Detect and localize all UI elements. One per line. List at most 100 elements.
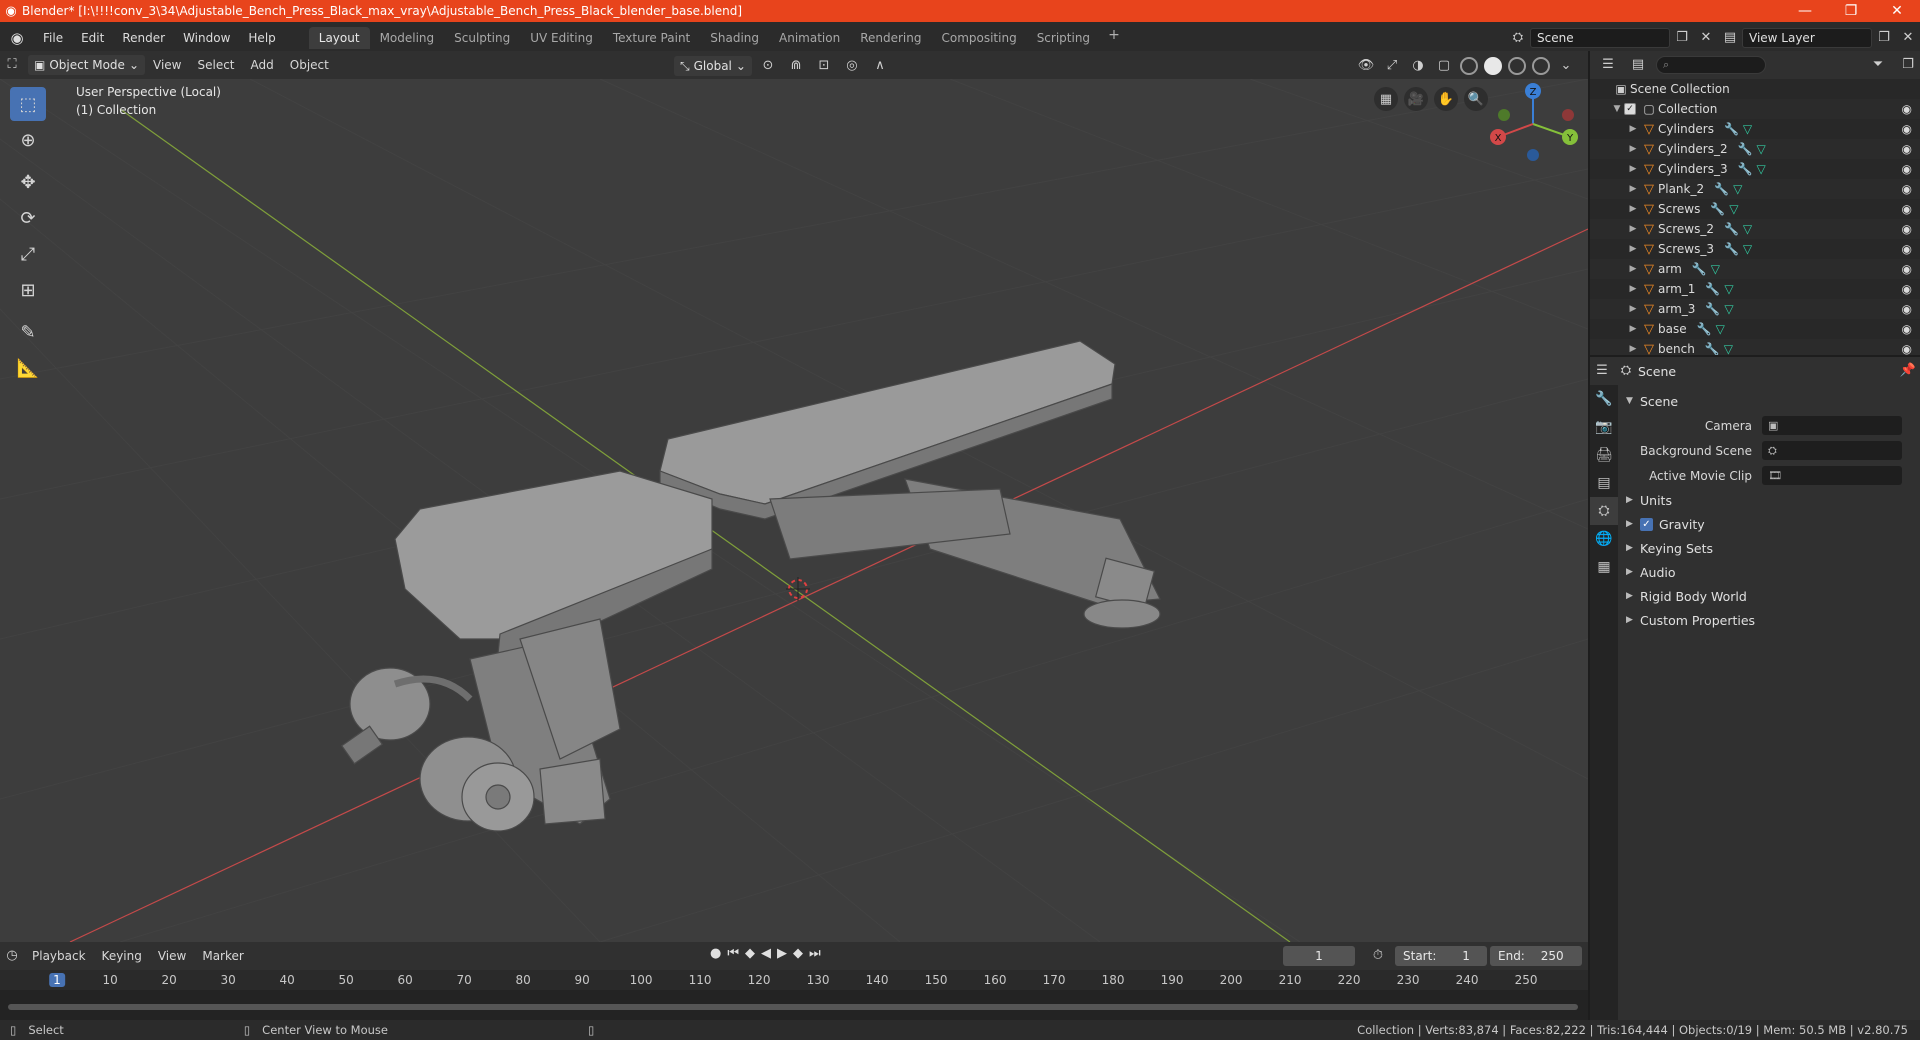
next-keyframe-icon[interactable]: ◆ — [793, 946, 803, 961]
timeline-scrollbar[interactable] — [8, 1004, 1578, 1010]
modifier-wrench-icon[interactable]: 🔧 — [1738, 162, 1753, 176]
expand-arrow-icon[interactable]: ▶ — [1626, 264, 1640, 274]
menu-add[interactable]: Add — [243, 58, 282, 72]
menu-timeline-view[interactable]: View — [150, 949, 194, 963]
menu-keying[interactable]: Keying — [94, 949, 150, 963]
wireframe-shading-icon[interactable] — [1460, 57, 1478, 75]
modifier-wrench-icon[interactable]: 🔧 — [1710, 202, 1725, 216]
tab-sculpting[interactable]: Sculpting — [444, 27, 520, 49]
modifier-wrench-icon[interactable]: 🔧 — [1705, 282, 1720, 296]
audio-section[interactable]: ▶ Audio — [1618, 560, 1920, 584]
menu-select[interactable]: Select — [189, 58, 242, 72]
expand-arrow-icon[interactable]: ▶ — [1626, 284, 1640, 294]
modifier-wrench-icon[interactable]: 🔧 — [1714, 182, 1729, 196]
eye-icon[interactable]: ◉ — [1902, 122, 1912, 136]
measure-tool-icon[interactable]: 📐 — [10, 351, 46, 385]
modifier-wrench-icon[interactable]: 🔧 — [1724, 242, 1739, 256]
expand-arrow-icon[interactable]: ▶ — [1626, 124, 1640, 134]
expand-arrow-icon[interactable]: ▶ — [1626, 344, 1640, 354]
scene-selector[interactable]: Scene — [1530, 28, 1670, 48]
xray-toggle-icon[interactable]: ▢ — [1432, 55, 1456, 77]
mesh-data-icon[interactable]: ▽ — [1743, 242, 1752, 256]
mesh-data-icon[interactable]: ▽ — [1724, 342, 1733, 356]
world-tab-icon[interactable]: 🌐 — [1590, 525, 1618, 553]
outliner-editor-icon[interactable]: ☰ — [1596, 54, 1620, 76]
mesh-data-icon[interactable]: ▽ — [1724, 282, 1733, 296]
tab-animation[interactable]: Animation — [769, 27, 850, 49]
eye-icon[interactable]: ◉ — [1902, 142, 1912, 156]
render-tab-icon[interactable]: 📷 — [1590, 413, 1618, 441]
mesh-data-icon[interactable]: ▽ — [1711, 262, 1720, 276]
move-tool-icon[interactable]: ✥ — [10, 165, 46, 199]
outliner-object-row[interactable]: ▶ ▽ arm_1 🔧 ▽ ◉ — [1590, 279, 1920, 299]
tab-scripting[interactable]: Scripting — [1027, 27, 1100, 49]
gravity-checkbox[interactable]: ✓ — [1640, 517, 1653, 531]
eye-icon[interactable]: ◉ — [1902, 302, 1912, 316]
proportional-edit-icon[interactable]: ◎ — [840, 55, 864, 77]
eye-icon[interactable]: ◉ — [1902, 182, 1912, 196]
keying-sets-section[interactable]: ▶ Keying Sets — [1618, 536, 1920, 560]
overlay-toggle-icon[interactable]: ◑ — [1406, 55, 1430, 77]
menu-marker[interactable]: Marker — [194, 949, 251, 963]
falloff-icon[interactable]: ∧ — [868, 55, 892, 77]
modifier-wrench-icon[interactable]: 🔧 — [1724, 122, 1739, 136]
pan-hand-icon[interactable]: ✋ — [1434, 87, 1458, 111]
texture-tab-icon[interactable]: ▦ — [1590, 553, 1618, 581]
prev-keyframe-icon[interactable]: ◆ — [745, 946, 755, 961]
mesh-data-icon[interactable]: ▽ — [1716, 322, 1725, 336]
menu-file[interactable]: File — [34, 27, 72, 49]
expand-arrow-icon[interactable]: ▶ — [1626, 244, 1640, 254]
solid-shading-icon[interactable] — [1484, 57, 1502, 75]
zoom-icon[interactable]: 🔍 — [1464, 87, 1488, 111]
restore-icon[interactable]: ❐ — [1828, 3, 1874, 19]
display-mode-icon[interactable]: ▤ — [1626, 54, 1650, 76]
add-workspace-icon[interactable]: + — [1100, 27, 1128, 49]
camera-field[interactable]: ▣ — [1762, 416, 1902, 435]
outliner-object-row[interactable]: ▶ ▽ arm 🔧 ▽ ◉ — [1590, 259, 1920, 279]
timeline-track[interactable] — [0, 990, 1588, 1012]
eye-icon[interactable]: ◉ — [1902, 162, 1912, 176]
background-scene-field[interactable]: ⛭ — [1762, 441, 1902, 460]
eye-icon[interactable]: ◉ — [1902, 282, 1912, 296]
gizmo-toggle-icon[interactable]: ⤢ — [1380, 55, 1404, 77]
mesh-data-icon[interactable]: ▽ — [1724, 302, 1733, 316]
outliner-object-row[interactable]: ▶ ▽ arm_3 🔧 ▽ ◉ — [1590, 299, 1920, 319]
tab-layout[interactable]: Layout — [308, 26, 370, 49]
tool-tab-icon[interactable]: 🔧 — [1590, 385, 1618, 413]
view-layer-selector[interactable]: View Layer — [1742, 28, 1872, 48]
expand-arrow-icon[interactable]: ▶ — [1626, 164, 1640, 174]
play-icon[interactable]: ▶ — [777, 946, 787, 961]
eye-icon[interactable]: ◉ — [1902, 342, 1912, 356]
scene-panel-header[interactable]: ▼ Scene — [1618, 389, 1920, 413]
mesh-data-icon[interactable]: ▽ — [1757, 162, 1766, 176]
mesh-data-icon[interactable]: ▽ — [1743, 122, 1752, 136]
editor-type-icon[interactable]: ⛶ — [0, 54, 24, 76]
units-section[interactable]: ▶ Units — [1618, 488, 1920, 512]
outliner-object-row[interactable]: ▶ ▽ base 🔧 ▽ ◉ — [1590, 319, 1920, 339]
collection-checkbox[interactable]: ✓ — [1624, 103, 1636, 115]
rotate-tool-icon[interactable]: ⟳ — [10, 201, 46, 235]
new-scene-icon[interactable]: ❐ — [1670, 27, 1694, 49]
view-layer-tab-icon[interactable]: ▤ — [1590, 469, 1618, 497]
snap-target-icon[interactable]: ⊡ — [812, 55, 836, 77]
modifier-wrench-icon[interactable]: 🔧 — [1692, 262, 1707, 276]
modifier-wrench-icon[interactable]: 🔧 — [1705, 302, 1720, 316]
eye-icon[interactable]: ◉ — [1902, 102, 1912, 116]
menu-window[interactable]: Window — [174, 27, 239, 49]
rigid-body-world-section[interactable]: ▶ Rigid Body World — [1618, 584, 1920, 608]
snap-icon[interactable]: ⋒ — [784, 55, 808, 77]
modifier-wrench-icon[interactable]: 🔧 — [1705, 342, 1720, 356]
eye-icon[interactable]: ◉ — [1902, 262, 1912, 276]
jump-start-icon[interactable]: ⏮ — [727, 946, 739, 961]
outliner-object-row[interactable]: ▶ ▽ Cylinders 🔧 ▽ ◉ — [1590, 119, 1920, 139]
current-frame-field[interactable]: 1 — [1283, 946, 1355, 966]
shading-options-icon[interactable]: ⌄ — [1554, 55, 1578, 77]
modifier-wrench-icon[interactable]: 🔧 — [1724, 222, 1739, 236]
eye-icon[interactable]: ◉ — [1902, 202, 1912, 216]
current-frame-marker[interactable]: 1 — [49, 973, 65, 987]
mode-dropdown[interactable]: ▣ Object Mode ⌄ — [28, 55, 145, 75]
minimize-icon[interactable]: — — [1782, 3, 1828, 19]
eye-icon[interactable]: ◉ — [1902, 322, 1912, 336]
expand-arrow-icon[interactable]: ▶ — [1626, 324, 1640, 334]
blender-menu-icon[interactable]: ◉ — [0, 29, 34, 47]
